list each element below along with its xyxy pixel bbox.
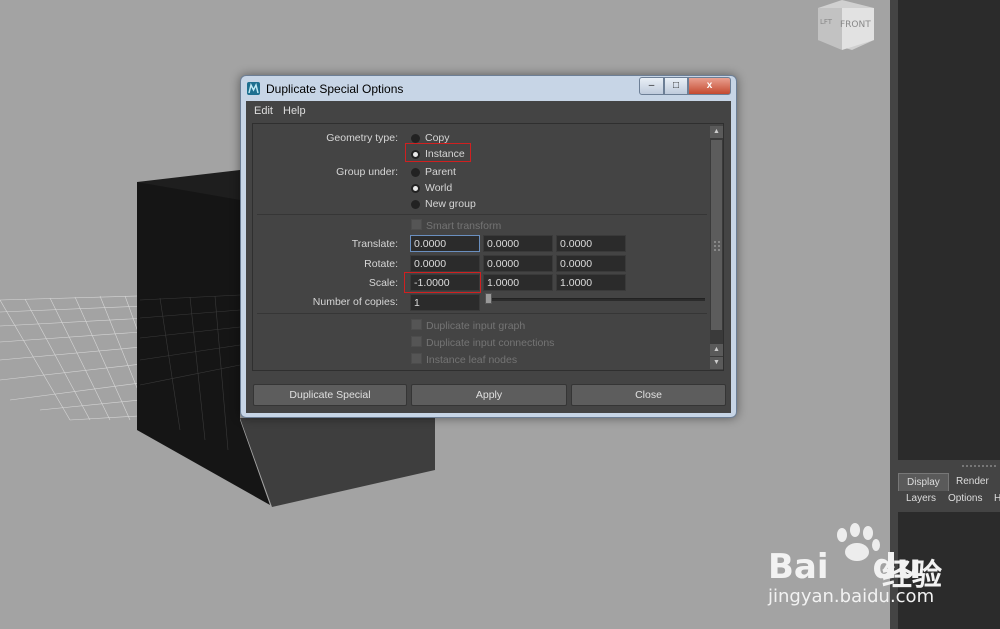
dialog-body: Edit Help Geometry type: Copy Instance G…: [246, 101, 731, 413]
scale-z-field[interactable]: [556, 274, 626, 291]
radio-world-label: World: [425, 182, 453, 194]
copies-slider-handle[interactable]: [485, 293, 492, 304]
radio-parent[interactable]: [411, 168, 420, 177]
copies-label: Number of copies:: [312, 296, 398, 308]
separator: [257, 214, 707, 215]
menu-help[interactable]: Help: [283, 105, 306, 117]
title-bar[interactable]: Duplicate Special Options ‒ □ x: [241, 76, 736, 100]
translate-label: Translate:: [351, 238, 398, 250]
instance-highlight-box: [405, 143, 471, 162]
scroll-up-icon[interactable]: ▲: [710, 126, 723, 138]
maximize-button[interactable]: □: [664, 77, 688, 95]
tab-render[interactable]: Render: [948, 473, 997, 491]
duplicate-input-connections-label: Duplicate input connections: [426, 337, 555, 349]
options-scrollbar[interactable]: ▲ ▲ ▼: [710, 126, 723, 369]
layer-editor-tabs: Display Render: [898, 473, 1000, 491]
radio-copy[interactable]: [411, 134, 420, 143]
close-button[interactable]: Close: [571, 384, 726, 406]
radio-new-group[interactable]: [411, 200, 420, 209]
scale-y-field[interactable]: [483, 274, 553, 291]
duplicate-special-dialog: Duplicate Special Options ‒ □ x Edit Hel…: [240, 75, 737, 418]
translate-x-field[interactable]: [410, 235, 480, 252]
viewcube-front-label: FRONT: [840, 20, 871, 30]
copies-field[interactable]: [410, 294, 480, 311]
options-panel: Geometry type: Copy Instance Group under…: [252, 123, 724, 371]
viewcube[interactable]: LFT FRONT: [812, 2, 874, 50]
rotate-z-field[interactable]: [556, 255, 626, 272]
translate-y-field[interactable]: [483, 235, 553, 252]
translate-z-field[interactable]: [556, 235, 626, 252]
menu-options[interactable]: Options: [948, 492, 982, 506]
panel-resize-grip[interactable]: [960, 463, 1000, 469]
radio-world[interactable]: [411, 184, 420, 193]
channel-box-area: [898, 0, 1000, 460]
dialog-title: Duplicate Special Options: [266, 82, 404, 96]
rotate-x-field[interactable]: [410, 255, 480, 272]
menu-bar: Edit Help: [246, 101, 731, 121]
geometry-type-label: Geometry type:: [326, 132, 398, 144]
copies-slider-track[interactable]: [490, 298, 705, 301]
apply-button[interactable]: Apply: [411, 384, 567, 406]
scroll-down-icon[interactable]: ▼: [710, 357, 723, 369]
duplicate-input-graph-label: Duplicate input graph: [426, 320, 526, 332]
rotate-y-field[interactable]: [483, 255, 553, 272]
close-window-button[interactable]: x: [688, 77, 731, 95]
scale-label: Scale:: [368, 277, 398, 289]
tab-display[interactable]: Display: [898, 473, 949, 491]
separator: [257, 313, 707, 314]
smart-transform-label: Smart transform: [426, 220, 502, 232]
group-under-label: Group under:: [336, 166, 398, 178]
duplicate-input-graph-checkbox[interactable]: [411, 319, 422, 330]
menu-help[interactable]: H: [994, 492, 1000, 506]
radio-parent-label: Parent: [425, 166, 456, 178]
scale-x-highlight-box: [404, 272, 481, 293]
minimize-button[interactable]: ‒: [639, 77, 664, 95]
window-controls: ‒ □ x: [639, 77, 731, 95]
rotate-label: Rotate:: [364, 258, 398, 270]
maya-app-icon: [247, 82, 260, 95]
duplicate-input-connections-checkbox[interactable]: [411, 336, 422, 347]
radio-new-group-label: New group: [425, 198, 476, 210]
grip-icon: [714, 241, 720, 251]
duplicate-special-button[interactable]: Duplicate Special: [253, 384, 407, 406]
layer-editor-menu: Layers Options H: [898, 492, 1000, 510]
cube-side-face: [240, 418, 435, 507]
menu-layers[interactable]: Layers: [906, 492, 936, 506]
instance-leaf-nodes-checkbox[interactable]: [411, 353, 422, 364]
instance-leaf-nodes-label: Instance leaf nodes: [426, 354, 518, 366]
scrollbar-thumb[interactable]: [711, 140, 722, 330]
scroll-up-small-icon[interactable]: ▲: [710, 344, 723, 356]
menu-edit[interactable]: Edit: [254, 105, 273, 117]
watermark-brand-part1: Bai: [768, 547, 829, 587]
smart-transform-checkbox[interactable]: [411, 219, 422, 230]
watermark-url: jingyan.baidu.com: [768, 586, 935, 607]
viewcube-left-label: LFT: [820, 18, 833, 26]
